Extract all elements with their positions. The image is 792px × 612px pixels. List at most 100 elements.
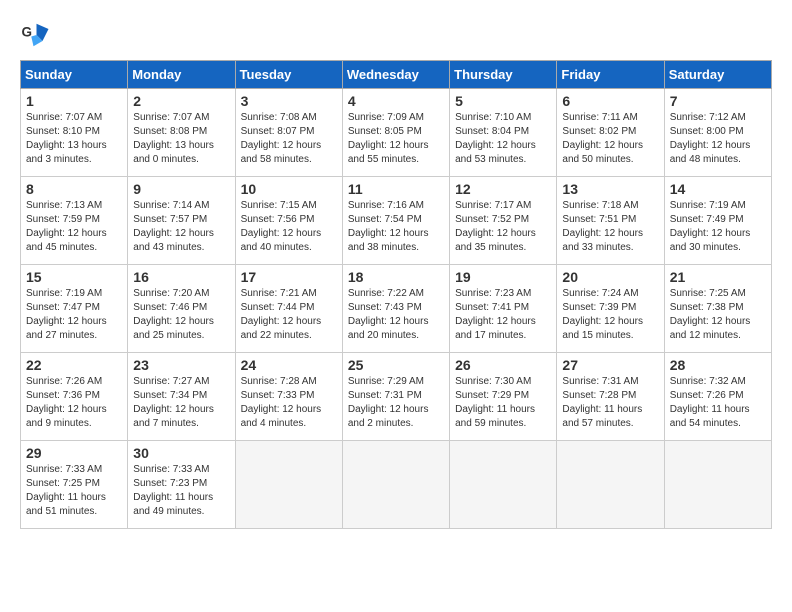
day-number: 15	[26, 269, 122, 285]
calendar-header: Sunday Monday Tuesday Wednesday Thursday…	[21, 61, 772, 89]
calendar-row: 1 Sunrise: 7:07 AMSunset: 8:10 PMDaylight…	[21, 89, 772, 177]
cell-details: Sunrise: 7:16 AMSunset: 7:54 PMDaylight:…	[348, 199, 444, 255]
calendar-cell	[450, 441, 557, 529]
col-tuesday: Tuesday	[235, 61, 342, 89]
day-number: 20	[562, 269, 658, 285]
calendar-cell: 10 Sunrise: 7:15 AMSunset: 7:56 PMDayligh…	[235, 177, 342, 265]
calendar-cell: 24Sunrise: 7:28 AMSunset: 7:33 PMDayligh…	[235, 353, 342, 441]
cell-details: Sunrise: 7:08 AMSunset: 8:07 PMDaylight:…	[241, 111, 337, 167]
cell-details: Sunrise: 7:30 AMSunset: 7:29 PMDaylight:…	[455, 375, 551, 431]
day-number: 7	[670, 93, 766, 109]
day-number: 6	[562, 93, 658, 109]
cell-details: Sunrise: 7:17 AMSunset: 7:52 PMDaylight:…	[455, 199, 551, 255]
cell-details: Sunrise: 7:33 AMSunset: 7:23 PMDaylight:…	[133, 463, 229, 519]
cell-details: Sunrise: 7:10 AMSunset: 8:04 PMDaylight:…	[455, 111, 551, 167]
calendar-cell: 19 Sunrise: 7:23 AMSunset: 7:41 PMDayligh…	[450, 265, 557, 353]
calendar-cell: 12 Sunrise: 7:17 AMSunset: 7:52 PMDayligh…	[450, 177, 557, 265]
calendar-cell: 17 Sunrise: 7:21 AMSunset: 7:44 PMDayligh…	[235, 265, 342, 353]
calendar-cell: 9 Sunrise: 7:14 AMSunset: 7:57 PMDaylight…	[128, 177, 235, 265]
col-saturday: Saturday	[664, 61, 771, 89]
cell-details: Sunrise: 7:24 AMSunset: 7:39 PMDaylight:…	[562, 287, 658, 343]
day-number: 22	[26, 357, 122, 373]
calendar-cell: 7 Sunrise: 7:12 AMSunset: 8:00 PMDaylight…	[664, 89, 771, 177]
day-number: 17	[241, 269, 337, 285]
calendar-cell: 22 Sunrise: 7:26 AMSunset: 7:36 PMDayligh…	[21, 353, 128, 441]
calendar-cell: 5 Sunrise: 7:10 AMSunset: 8:04 PMDaylight…	[450, 89, 557, 177]
calendar-cell: 11 Sunrise: 7:16 AMSunset: 7:54 PMDayligh…	[342, 177, 449, 265]
calendar-cell: 30 Sunrise: 7:33 AMSunset: 7:23 PMDayligh…	[128, 441, 235, 529]
calendar-cell: 25 Sunrise: 7:29 AMSunset: 7:31 PMDayligh…	[342, 353, 449, 441]
day-number: 14	[670, 181, 766, 197]
calendar-cell: 29 Sunrise: 7:33 AMSunset: 7:25 PMDayligh…	[21, 441, 128, 529]
header-row: Sunday Monday Tuesday Wednesday Thursday…	[21, 61, 772, 89]
cell-details: Sunrise: 7:26 AMSunset: 7:36 PMDaylight:…	[26, 375, 122, 431]
day-number: 30	[133, 445, 229, 461]
day-number: 4	[348, 93, 444, 109]
page-header: G	[20, 20, 772, 50]
day-number: 9	[133, 181, 229, 197]
calendar-cell: 18 Sunrise: 7:22 AMSunset: 7:43 PMDayligh…	[342, 265, 449, 353]
col-friday: Friday	[557, 61, 664, 89]
cell-details: Sunrise: 7:12 AMSunset: 8:00 PMDaylight:…	[670, 111, 766, 167]
calendar-cell: 21 Sunrise: 7:25 AMSunset: 7:38 PMDayligh…	[664, 265, 771, 353]
day-number: 19	[455, 269, 551, 285]
day-number: 3	[241, 93, 337, 109]
day-number: 27	[562, 357, 658, 373]
cell-details: Sunrise: 7:07 AMSunset: 8:10 PMDaylight:…	[26, 111, 122, 167]
calendar-cell: 8Sunrise: 7:13 AMSunset: 7:59 PMDaylight…	[21, 177, 128, 265]
cell-details: Sunrise: 7:09 AMSunset: 8:05 PMDaylight:…	[348, 111, 444, 167]
calendar-cell: 4 Sunrise: 7:09 AMSunset: 8:05 PMDaylight…	[342, 89, 449, 177]
cell-details: Sunrise: 7:07 AMSunset: 8:08 PMDaylight:…	[133, 111, 229, 167]
day-number: 13	[562, 181, 658, 197]
col-wednesday: Wednesday	[342, 61, 449, 89]
cell-details: Sunrise: 7:21 AMSunset: 7:44 PMDaylight:…	[241, 287, 337, 343]
cell-details: Sunrise: 7:25 AMSunset: 7:38 PMDaylight:…	[670, 287, 766, 343]
calendar-cell: 15 Sunrise: 7:19 AMSunset: 7:47 PMDayligh…	[21, 265, 128, 353]
cell-details: Sunrise: 7:18 AMSunset: 7:51 PMDaylight:…	[562, 199, 658, 255]
day-number: 23	[133, 357, 229, 373]
calendar-cell: 26Sunrise: 7:30 AMSunset: 7:29 PMDayligh…	[450, 353, 557, 441]
day-number: 16	[133, 269, 229, 285]
cell-details: Sunrise: 7:33 AMSunset: 7:25 PMDaylight:…	[26, 463, 122, 519]
calendar-cell: 6Sunrise: 7:11 AMSunset: 8:02 PMDaylight…	[557, 89, 664, 177]
calendar-cell: 14Sunrise: 7:19 AMSunset: 7:49 PMDayligh…	[664, 177, 771, 265]
day-number: 11	[348, 181, 444, 197]
cell-details: Sunrise: 7:19 AMSunset: 7:47 PMDaylight:…	[26, 287, 122, 343]
cell-details: Sunrise: 7:27 AMSunset: 7:34 PMDaylight:…	[133, 375, 229, 431]
calendar-cell	[235, 441, 342, 529]
cell-details: Sunrise: 7:29 AMSunset: 7:31 PMDaylight:…	[348, 375, 444, 431]
day-number: 28	[670, 357, 766, 373]
day-number: 12	[455, 181, 551, 197]
calendar-cell	[342, 441, 449, 529]
col-thursday: Thursday	[450, 61, 557, 89]
calendar-cell: 27Sunrise: 7:31 AMSunset: 7:28 PMDayligh…	[557, 353, 664, 441]
day-number: 2	[133, 93, 229, 109]
calendar-cell: 28 Sunrise: 7:32 AMSunset: 7:26 PMDayligh…	[664, 353, 771, 441]
calendar-cell: 3 Sunrise: 7:08 AMSunset: 8:07 PMDaylight…	[235, 89, 342, 177]
calendar-cell: 13 Sunrise: 7:18 AMSunset: 7:51 PMDayligh…	[557, 177, 664, 265]
day-number: 8	[26, 181, 122, 197]
day-number: 29	[26, 445, 122, 461]
calendar-cell: 20 Sunrise: 7:24 AMSunset: 7:39 PMDayligh…	[557, 265, 664, 353]
day-number: 25	[348, 357, 444, 373]
calendar-row: 22 Sunrise: 7:26 AMSunset: 7:36 PMDayligh…	[21, 353, 772, 441]
col-monday: Monday	[128, 61, 235, 89]
cell-details: Sunrise: 7:32 AMSunset: 7:26 PMDaylight:…	[670, 375, 766, 431]
day-number: 10	[241, 181, 337, 197]
cell-details: Sunrise: 7:28 AMSunset: 7:33 PMDaylight:…	[241, 375, 337, 431]
day-number: 5	[455, 93, 551, 109]
calendar-row: 8Sunrise: 7:13 AMSunset: 7:59 PMDaylight…	[21, 177, 772, 265]
day-number: 21	[670, 269, 766, 285]
day-number: 1	[26, 93, 122, 109]
cell-details: Sunrise: 7:15 AMSunset: 7:56 PMDaylight:…	[241, 199, 337, 255]
calendar-cell: 16Sunrise: 7:20 AMSunset: 7:46 PMDayligh…	[128, 265, 235, 353]
calendar-body: 1 Sunrise: 7:07 AMSunset: 8:10 PMDaylight…	[21, 89, 772, 529]
cell-details: Sunrise: 7:23 AMSunset: 7:41 PMDaylight:…	[455, 287, 551, 343]
calendar-row: 15 Sunrise: 7:19 AMSunset: 7:47 PMDayligh…	[21, 265, 772, 353]
day-number: 18	[348, 269, 444, 285]
logo-icon: G	[20, 20, 50, 50]
calendar-cell	[664, 441, 771, 529]
calendar-cell: 23 Sunrise: 7:27 AMSunset: 7:34 PMDayligh…	[128, 353, 235, 441]
cell-details: Sunrise: 7:22 AMSunset: 7:43 PMDaylight:…	[348, 287, 444, 343]
cell-details: Sunrise: 7:14 AMSunset: 7:57 PMDaylight:…	[133, 199, 229, 255]
